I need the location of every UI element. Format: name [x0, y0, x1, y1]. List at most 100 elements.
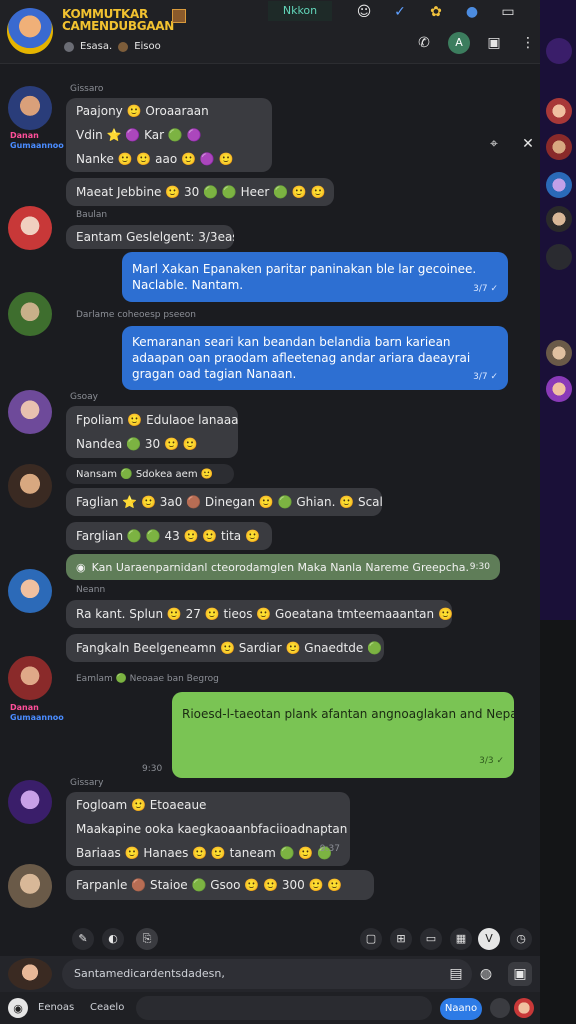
group-subtitle: Esasa. Eisoo	[64, 41, 161, 52]
settings-icon[interactable]	[490, 998, 510, 1018]
avatar[interactable]	[8, 780, 52, 824]
timer-icon[interactable]: ◷	[510, 928, 532, 950]
user-avatar[interactable]	[514, 998, 534, 1018]
bottom-tab-2[interactable]: Ceaelo	[90, 1002, 124, 1013]
message-input[interactable]: Santamedicardentsdadesn,	[62, 959, 472, 989]
message-list[interactable]: ▲ ⌖ ✕ Danan Gumaannoo Gissaro Paajony 🙂 …	[0, 64, 540, 924]
mic-icon[interactable]: ◍	[476, 964, 496, 984]
message-bubble[interactable]: Maeat Jebbine 🙂 30 🟢 🟢 Heer 🟢 🙂 🙂	[66, 178, 334, 206]
message-bubble[interactable]: Fogloam 🙂 Etoaeaue Maakapine ooka kaegka…	[66, 792, 350, 866]
profile-icon[interactable]: ◉	[8, 998, 28, 1018]
call-controls: ✆ A ▣ ⋮	[414, 32, 538, 54]
sidebar-avatar[interactable]	[546, 244, 572, 270]
avatar[interactable]	[8, 464, 52, 508]
chat-app: KOMMUTKAR CAMENDUBGAAN Esasa. Eisoo Nkko…	[0, 0, 576, 1024]
header: KOMMUTKAR CAMENDUBGAAN Esasa. Eisoo Nkko…	[0, 0, 550, 64]
message-text: Rioesd-l-taeotan plank afantan angnoagla…	[182, 707, 514, 721]
user-tag: Gumaannoo	[10, 141, 64, 150]
message-bubble[interactable]: Faglian ⭐ 🙂 3a0 🟤 Dinegan 🙂 🟢 Ghian. 🙂 S…	[66, 488, 382, 516]
message-bubble[interactable]: Ra kant. Splun 🙂 27 🙂 tieos 🙂 Goeatana t…	[66, 600, 452, 628]
message-text: Fpoliam 🙂 Edulaoe lanaaa	[76, 413, 238, 427]
top-center-tab[interactable]: Nkkon	[268, 1, 332, 21]
sidebar-avatar[interactable]	[546, 98, 572, 124]
sidebar-avatar[interactable]	[546, 134, 572, 160]
ghost-icon[interactable]	[546, 38, 572, 64]
search-field[interactable]	[136, 996, 432, 1020]
message-time: 3/7 ✓	[473, 372, 498, 382]
message-bubble[interactable]: Farpanle 🟤 Staioe 🟢 Gsoo 🙂 🙂 300 🙂 🙂	[66, 870, 374, 900]
info-icon: ◉	[76, 560, 86, 574]
avatar[interactable]	[8, 292, 52, 336]
message-text: Fangkaln Beelgeneamn 🙂 Sardiar 🙂 Gnaedtd…	[76, 641, 384, 655]
record-icon[interactable]: ◐	[102, 928, 124, 950]
brush-icon[interactable]: ✎	[72, 928, 94, 950]
notification-icon[interactable]: ●	[462, 2, 482, 22]
call-avatar-button[interactable]: A	[448, 32, 470, 54]
sender-name[interactable]: Baulan	[76, 210, 107, 220]
group-avatar[interactable]	[7, 8, 53, 54]
phone-icon[interactable]: ✆	[414, 33, 434, 53]
send-icon[interactable]: ▣	[508, 962, 532, 986]
message-bubble[interactable]: Farglian 🟢 🟢 43 🙂 🙂 tita 🙂	[66, 522, 272, 550]
avatar[interactable]	[8, 864, 52, 908]
member-dot-icon	[64, 41, 74, 52]
message-text: Fogloam 🙂 Etoaeaue	[76, 798, 207, 812]
poll-icon[interactable]: V	[478, 928, 500, 950]
pin-icon[interactable]: ⌖	[484, 134, 504, 154]
image-icon[interactable]: ▢	[360, 928, 382, 950]
outgoing-message-bubble[interactable]: Rioesd-l-taeotan plank afantan angnoagla…	[172, 692, 514, 778]
member-dot-icon	[118, 41, 129, 52]
sidebar-avatar[interactable]	[546, 340, 572, 366]
sender-name[interactable]: Gissaro	[70, 84, 103, 94]
message-text: Maeat Jebbine 🙂 30 🟢 🟢 Heer 🟢 🙂 🙂	[76, 185, 326, 199]
more-icon[interactable]: ⋮	[518, 33, 538, 53]
emoji-icon[interactable]: ▤	[446, 964, 466, 984]
avatar[interactable]	[8, 656, 52, 700]
bottom-tab-1[interactable]: Eenoas	[38, 1002, 74, 1013]
user-tag: Danan	[10, 703, 39, 712]
avatar[interactable]	[8, 569, 52, 613]
sender-name[interactable]: Gissary	[70, 778, 103, 788]
message-text: Marl Xakan Epanaken paritar paninakan bl…	[132, 262, 477, 292]
message-bubble[interactable]: Fpoliam 🙂 Edulaoe lanaaa Nandea 🟢 30 🙂 🙂	[66, 406, 238, 458]
minimize-icon[interactable]: ▭	[498, 2, 518, 22]
sidebar-avatar[interactable]	[546, 206, 572, 232]
input-bar: Santamedicardentsdadesn, ▤ ◍ ▣	[0, 956, 540, 992]
gif-icon[interactable]: ⊞	[390, 928, 412, 950]
sender-name[interactable]: Darlame coheoesp pseeon	[76, 310, 196, 320]
send-button[interactable]: Naano	[440, 998, 482, 1020]
subtitle-2: Eisoo	[134, 41, 161, 52]
sender-name[interactable]: Neann	[76, 585, 105, 595]
attach-icon[interactable]: ⎘	[136, 928, 158, 950]
check-icon[interactable]: ✓	[390, 2, 410, 22]
sender-name[interactable]: Eamlam 🟢 Neoaae ban Begrog	[76, 674, 219, 684]
top-icon-row: ☺ ✓ ✿ ● ▭ ✕	[354, 2, 554, 22]
thread-tools: ⌖ ✕	[484, 134, 538, 154]
calendar-icon[interactable]: ▦	[450, 928, 472, 950]
sidebar-avatar[interactable]	[546, 376, 572, 402]
sidebar-avatar[interactable]	[546, 172, 572, 198]
outgoing-message-bubble[interactable]: Marl Xakan Epanaken paritar paninakan bl…	[122, 252, 508, 302]
message-bubble[interactable]: Paajony 🙂 Oroaaraan Vdin ⭐ 🟣 Kar 🟢 🟣 Nan…	[66, 98, 272, 172]
message-text: Nandea 🟢 30 🙂 🙂	[76, 437, 198, 451]
avatar[interactable]	[8, 206, 52, 250]
sticker-icon[interactable]: ✿	[426, 2, 446, 22]
sender-name[interactable]: Nansam 🟢 Sdokea aem 🙂	[66, 464, 234, 484]
message-bubble[interactable]: Fangkaln Beelgeneamn 🙂 Sardiar 🙂 Gnaedtd…	[66, 634, 384, 662]
message-time: 3/7 ✓	[473, 284, 498, 294]
file-icon[interactable]: ▭	[420, 928, 442, 950]
user-tag: Danan	[10, 131, 39, 140]
smiley-icon[interactable]: ☺	[354, 2, 374, 22]
group-title[interactable]: KOMMUTKAR CAMENDUBGAAN	[62, 8, 174, 32]
close-icon[interactable]: ✕	[518, 134, 538, 154]
video-icon[interactable]: ▣	[484, 33, 504, 53]
outgoing-message-bubble[interactable]: Kemaranan seari kan beandan belandia bar…	[122, 326, 508, 390]
system-banner[interactable]: ◉ Kan Uaraenparnidanl cteorodamglen Maka…	[66, 554, 500, 580]
avatar[interactable]	[8, 390, 52, 434]
message-bubble[interactable]: Eantam Geslelgent: 3/3eas	[66, 225, 234, 249]
sender-name[interactable]: Gsoay	[70, 392, 98, 402]
message-text: Farpanle 🟤 Staioe 🟢 Gsoo 🙂 🙂 300 🙂 🙂	[76, 878, 343, 892]
self-avatar[interactable]	[8, 958, 52, 990]
avatar[interactable]	[8, 86, 52, 130]
message-text: Kemaranan seari kan beandan belandia bar…	[132, 335, 471, 381]
